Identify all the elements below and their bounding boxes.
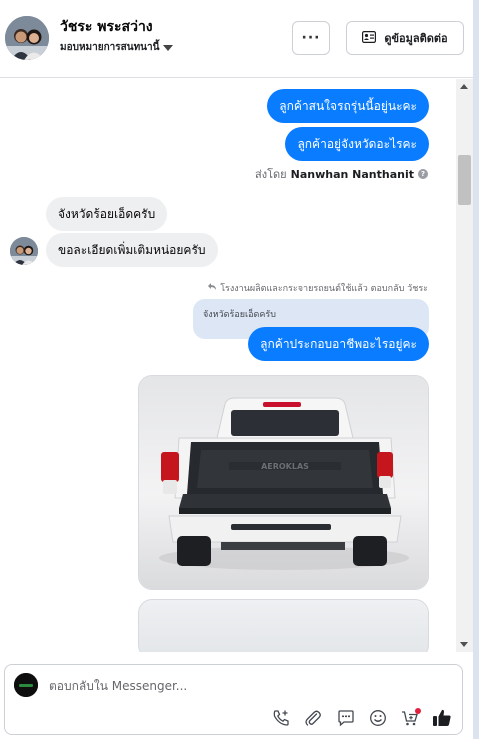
sender-name: Nanwhan Nanthanit [290,167,414,181]
window-edge [473,0,479,739]
contact-avatar-small[interactable] [10,237,38,265]
reply-input[interactable] [49,677,349,695]
notification-dot [415,708,421,714]
assign-label: มอบหมายการสนทนานี้ [60,42,160,53]
incoming-message[interactable]: ขอละเอียดเพิ่มเติมหน่อยครับ [46,233,218,267]
view-contact-button[interactable]: ดูข้อมูลติดต่อ [346,21,464,55]
more-options-button[interactable]: ··· [292,21,330,55]
outgoing-message[interactable]: ลูกค้าอยู่จังหวัดอะไรคะ [285,127,429,161]
incoming-message[interactable]: จังหวัดร้อยเอ็ดครับ [46,197,168,231]
sent-by-prefix: ส่งโดย [255,168,287,181]
info-icon[interactable]: ? [418,169,428,179]
emoji-icon[interactable] [367,707,389,729]
sent-by-label: ส่งโดย Nanwhan Nanthanit ? [255,165,428,183]
bedliner-brand-text: AEROKLAS [261,462,309,471]
caret-down-icon [163,44,174,51]
conversation-header: วัชระ พระสว่าง มอบหมายการสนทนานี้ ··· ดู… [0,0,473,78]
thread-scrollbar[interactable] [456,79,473,652]
scroll-down-arrow-icon[interactable] [460,642,468,647]
contact-name[interactable]: วัชระ พระสว่าง [60,16,153,38]
view-contact-label: ดูข้อมูลติดต่อ [384,32,448,45]
scroll-up-arrow-icon[interactable] [460,84,468,89]
outgoing-message[interactable]: ลูกค้าประกอบอาชีพอะไรอยู่คะ [248,327,429,361]
cart-icon[interactable] [399,707,421,729]
like-icon[interactable] [431,707,453,729]
outgoing-message[interactable]: ลูกค้าสนใจรถรุ่นนี้อยู่นะคะ [267,89,429,123]
page-avatar [14,673,38,697]
phone-add-icon[interactable] [270,707,292,729]
contact-card-icon [362,30,377,46]
attachment-icon[interactable] [302,707,324,729]
vehicle-photo[interactable] [138,599,429,652]
contact-avatar[interactable] [5,16,49,60]
vehicle-photo[interactable]: AEROKLAS [138,375,429,590]
message-thread[interactable]: ลูกค้าสนใจรถรุ่นนี้อยู่นะคะ ลูกค้าอยู่จั… [0,79,456,652]
reply-arrow-icon [208,282,217,294]
message-composer [4,664,463,735]
reply-context-text: โรงงานผลิตและกระจายรถยนต์ใช้แล้ว ตอบกลับ… [220,284,428,294]
saved-reply-icon[interactable] [335,707,357,729]
reply-context: โรงงานผลิตและกระจายรถยนต์ใช้แล้ว ตอบกลับ… [208,281,428,295]
assign-conversation-dropdown[interactable]: มอบหมายการสนทนานี้ [60,40,174,55]
scroll-thumb[interactable] [458,155,471,205]
